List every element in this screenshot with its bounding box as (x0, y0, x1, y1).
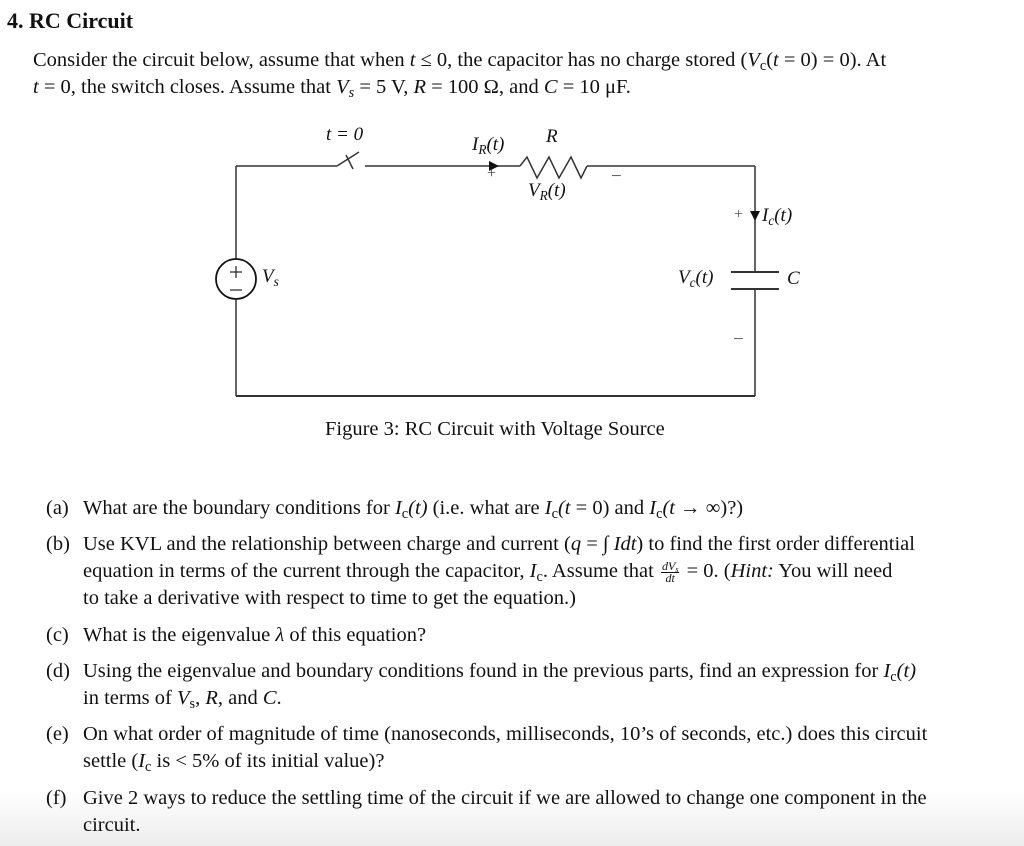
text: , and (217, 687, 263, 709)
switch-label: t = 0 (326, 124, 363, 146)
math-v: V (678, 267, 690, 288)
fraction-denominator: dt (665, 570, 675, 585)
text: . Assume that (542, 560, 659, 582)
math-arg: (t) (408, 497, 428, 519)
question-text-line-2: circuit. (83, 814, 141, 836)
math-v: V (528, 180, 540, 201)
question-text: What are the boundary conditions for Ic(… (83, 495, 743, 522)
question-text-line-1: Using the eigenvalue and boundary condit… (83, 658, 916, 685)
math-v: V (176, 687, 190, 709)
capacitor-minus-sign: − (733, 329, 744, 350)
math-sub: s (675, 564, 679, 574)
text: = ∫ (581, 533, 614, 555)
resistor-plus-sign: + (487, 165, 497, 182)
text: What is the eigenvalue (83, 624, 276, 646)
math-arg: (t) (774, 205, 793, 226)
text: What are the boundary conditions for (83, 497, 395, 519)
switch-label-text: t = 0 (326, 124, 364, 145)
hint-label: Hint: (730, 560, 774, 582)
math-r: R (205, 687, 218, 709)
math-v: V (262, 266, 274, 287)
question-label: (a) (46, 497, 69, 519)
text: of this equation? (284, 624, 427, 646)
source-label: Vs (262, 266, 279, 288)
math-arg: (t (557, 497, 571, 519)
resistor-minus-sign: − (611, 166, 622, 187)
math-idt: Idt (613, 533, 637, 555)
question-label: (e) (46, 723, 69, 745)
voltage-r-label: VR(t) (528, 180, 566, 202)
question-text-line-2: in terms of Vs, R, and C. (83, 685, 282, 712)
math-sub: s (273, 274, 279, 289)
text: settle ( (83, 750, 139, 772)
current-c-label: Ic(t) (762, 205, 792, 227)
question-text-line-1: Use KVL and the relationship between cha… (83, 531, 915, 558)
math-arg: (t) (695, 267, 714, 288)
figure-caption: Figure 3: RC Circuit with Voltage Source (325, 418, 665, 440)
math-c: C (787, 268, 800, 289)
math-arg: (t) (896, 660, 917, 682)
text: , (195, 687, 206, 709)
question-text-line-2: settle (Ic is < 5% of its initial value)… (83, 748, 384, 775)
math-r: R (546, 126, 558, 147)
text: = 0. ( (681, 560, 731, 582)
text: Use KVL and the relationship between cha… (83, 533, 571, 555)
resistor-label: R (546, 126, 558, 148)
text: in terms of (83, 687, 177, 709)
text: equation in terms of the current through… (83, 560, 530, 582)
text: = 0) and (570, 497, 650, 519)
current-c-arrow-icon (750, 211, 760, 221)
math-sub: R (539, 188, 548, 203)
resistor (519, 155, 588, 180)
voltage-c-label: Vc(t) (678, 267, 713, 289)
math-lambda: λ (275, 624, 285, 646)
question-label: (f) (46, 787, 67, 809)
text: Using the eigenvalue and boundary condit… (83, 660, 884, 682)
text: ) to find the first order differential (636, 533, 915, 555)
question-text-line-2: equation in terms of the current through… (83, 558, 892, 585)
text: (i.e. what are (427, 497, 545, 519)
math-arg: (t) (486, 134, 505, 155)
text: . (276, 687, 282, 709)
question-label: (b) (46, 533, 70, 555)
math-i: I (544, 497, 552, 519)
math-arg: (t) (547, 180, 566, 201)
text: You will need (773, 560, 893, 582)
text: is < 5% of its initial value)? (151, 750, 385, 772)
math-c: C (262, 687, 277, 709)
current-r-label: IR(t) (472, 134, 504, 156)
question-label: (c) (46, 624, 69, 646)
question-text-line-1: Give 2 ways to reduce the settling time … (83, 787, 927, 809)
question-text-line-3: to take a derivative with respect to tim… (83, 587, 576, 609)
text: → ∞)?) (675, 497, 744, 519)
math-i: I (394, 497, 402, 519)
math-q: q (570, 533, 582, 555)
question-label: (d) (46, 660, 70, 682)
question-text-line-1: On what order of magnitude of time (nano… (83, 723, 928, 745)
voltage-source (215, 258, 257, 300)
math-arg: (t (662, 497, 675, 519)
capacitor-plus-sign: + (734, 206, 744, 223)
fraction-dvs-dt: dVs dt (660, 560, 680, 585)
question-text: What is the eigenvalue λ of this equatio… (83, 622, 426, 649)
capacitor-label: C (787, 268, 800, 290)
